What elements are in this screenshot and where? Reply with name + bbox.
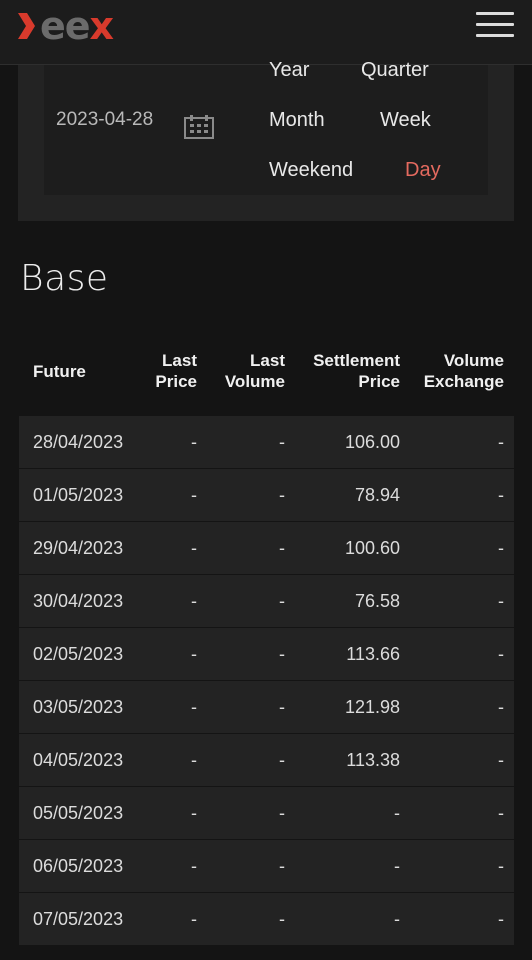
futures-table: Future Last Price Last Volume Settlement…: [19, 330, 514, 945]
cell-last-price: -: [191, 485, 197, 505]
cell-volume-exchange: -: [498, 697, 504, 717]
cell-settlement-price: -: [394, 909, 400, 929]
period-month[interactable]: Month: [269, 109, 325, 132]
cell-last-price: -: [191, 644, 197, 664]
cell-settlement-price: 113.66: [346, 644, 400, 664]
chevron-right-icon: [18, 13, 35, 39]
cell-volume-exchange: -: [498, 538, 504, 558]
cell-future: 01/05/2023: [33, 485, 124, 505]
period-weekend[interactable]: Weekend: [269, 159, 353, 182]
cell-last-volume: -: [279, 644, 285, 664]
cell-settlement-price: 106.00: [344, 432, 400, 452]
table-row[interactable]: 05/05/2023 - - - -: [19, 786, 514, 839]
table-row[interactable]: 29/04/2023 - - 100.60 -: [19, 521, 514, 574]
header-settlement-price[interactable]: Settlement Price: [313, 350, 400, 392]
cell-future: 03/05/2023: [33, 697, 124, 717]
period-selector: Year Quarter Month Week Weekend Day: [240, 59, 488, 195]
cell-settlement-price: -: [394, 803, 400, 823]
cell-last-price: -: [191, 750, 197, 770]
cell-last-volume: -: [279, 591, 285, 611]
cell-last-volume: -: [279, 697, 285, 717]
app-header: eex: [0, 0, 532, 65]
table-row[interactable]: 28/04/2023 - - 106.00 -: [19, 416, 514, 468]
cell-future: 05/05/2023: [33, 803, 124, 823]
cell-last-price: -: [191, 432, 197, 452]
cell-last-volume: -: [279, 856, 285, 876]
cell-future: 02/05/2023: [33, 644, 124, 664]
filter-panel: 2023-04-28 Year Quarter Month Week Weeke…: [18, 59, 514, 221]
date-picker[interactable]: 2023-04-28: [44, 65, 258, 195]
cell-last-volume: -: [279, 909, 285, 929]
calendar-icon[interactable]: [184, 115, 214, 139]
header-last-price-line2: Price: [155, 372, 197, 391]
cell-settlement-price: 76.58: [354, 591, 400, 611]
table-row[interactable]: 03/05/2023 - - 121.98 -: [19, 680, 514, 733]
header-settlement-line1: Settlement: [313, 351, 400, 370]
header-last-volume[interactable]: Last Volume: [225, 350, 285, 392]
period-week[interactable]: Week: [380, 109, 431, 132]
date-input[interactable]: 2023-04-28: [56, 109, 153, 131]
cell-last-price: -: [191, 697, 197, 717]
cell-settlement-price: 78.94: [354, 485, 400, 505]
cell-future: 29/04/2023: [33, 538, 124, 558]
cell-settlement-price: 113.38: [346, 750, 400, 770]
cell-future: 04/05/2023: [33, 750, 124, 770]
header-last-volume-line2: Volume: [224, 372, 285, 391]
cell-last-price: -: [191, 856, 197, 876]
logo-x: x: [89, 4, 114, 48]
header-volume-exchange-line2: Exchange: [423, 372, 504, 391]
cell-volume-exchange: -: [498, 591, 504, 611]
header-future[interactable]: Future: [33, 361, 86, 382]
table-row[interactable]: 01/05/2023 - - 78.94 -: [19, 468, 514, 521]
cell-volume-exchange: -: [498, 856, 504, 876]
cell-volume-exchange: -: [498, 644, 504, 664]
cell-settlement-price: -: [394, 856, 400, 876]
table-row[interactable]: 04/05/2023 - - 113.38 -: [19, 733, 514, 786]
cell-volume-exchange: -: [498, 909, 504, 929]
period-day[interactable]: Day: [405, 159, 441, 182]
cell-future: 28/04/2023: [33, 432, 124, 452]
cell-last-price: -: [191, 591, 197, 611]
cell-last-price: -: [191, 803, 197, 823]
table-body: 28/04/2023 - - 106.00 - 01/05/2023 - - 7…: [19, 416, 514, 945]
cell-future: 30/04/2023: [33, 591, 124, 611]
period-year[interactable]: Year: [269, 59, 309, 82]
logo-ee: ee: [40, 4, 91, 48]
cell-last-price: -: [191, 909, 197, 929]
header-settlement-line2: Price: [358, 372, 400, 391]
cell-volume-exchange: -: [498, 485, 504, 505]
header-last-price[interactable]: Last Price: [155, 350, 197, 392]
header-volume-exchange-line1: Volume: [443, 351, 504, 370]
cell-last-volume: -: [279, 432, 285, 452]
cell-last-volume: -: [279, 485, 285, 505]
cell-settlement-price: 100.60: [344, 538, 400, 558]
header-volume-exchange[interactable]: Volume Exchange: [424, 350, 504, 392]
eex-logo[interactable]: eex: [16, 4, 114, 48]
logo-wordmark: eex: [40, 4, 114, 48]
cell-future: 06/05/2023: [33, 856, 124, 876]
cell-volume-exchange: -: [498, 750, 504, 770]
section-title: Base: [20, 258, 109, 299]
header-last-price-line1: Last: [162, 351, 197, 370]
table-header: Future Last Price Last Volume Settlement…: [19, 330, 514, 416]
table-row[interactable]: 06/05/2023 - - - -: [19, 839, 514, 892]
cell-last-volume: -: [279, 538, 285, 558]
cell-future: 07/05/2023: [33, 909, 124, 929]
cell-volume-exchange: -: [498, 432, 504, 452]
cell-last-volume: -: [279, 750, 285, 770]
cell-volume-exchange: -: [498, 803, 504, 823]
hamburger-menu-icon[interactable]: [476, 12, 514, 40]
table-row[interactable]: 02/05/2023 - - 113.66 -: [19, 627, 514, 680]
table-row[interactable]: 07/05/2023 - - - -: [19, 892, 514, 945]
cell-last-volume: -: [279, 803, 285, 823]
table-row[interactable]: 30/04/2023 - - 76.58 -: [19, 574, 514, 627]
period-quarter[interactable]: Quarter: [361, 59, 429, 82]
cell-last-price: -: [191, 538, 197, 558]
cell-settlement-price: 121.98: [344, 697, 400, 717]
header-last-volume-line1: Last: [250, 351, 285, 370]
